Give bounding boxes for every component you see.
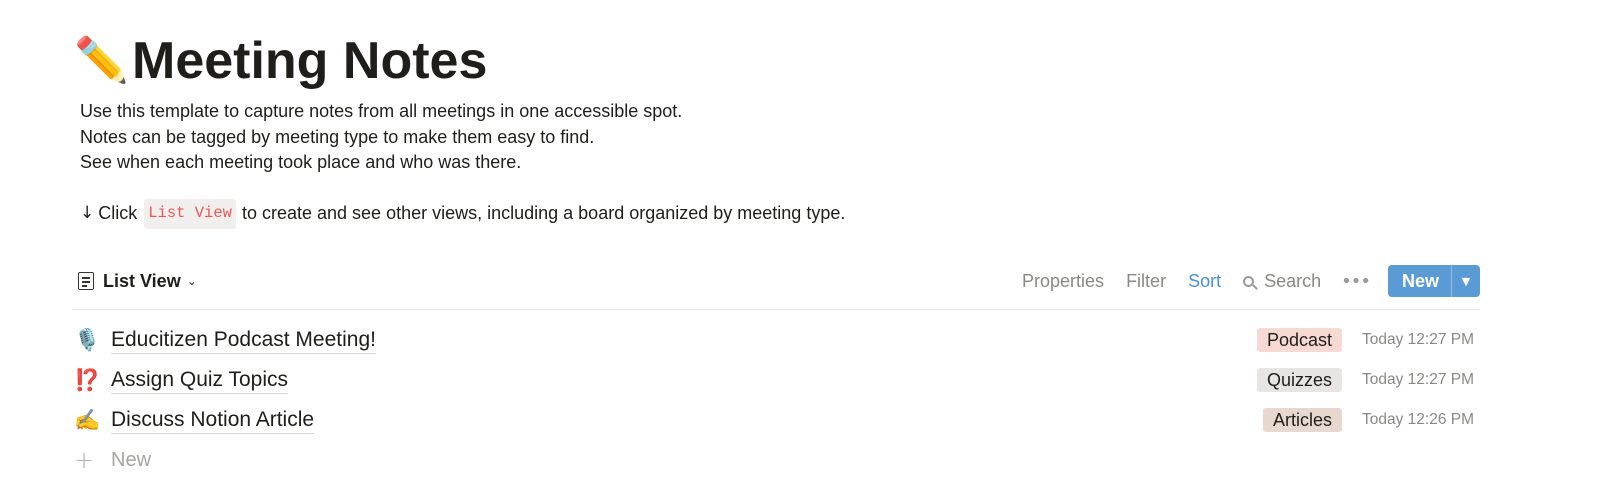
description-line: See when each meeting took place and who… [80, 152, 522, 172]
list-item[interactable]: 🎙️ Educitizen Podcast Meeting! Podcast T… [72, 320, 1474, 360]
filter-button[interactable]: Filter [1126, 271, 1166, 292]
description-line: Notes can be tagged by meeting type to m… [80, 126, 595, 147]
list-item-title[interactable]: Assign Quiz Topics [111, 367, 289, 394]
type-tag: Podcast [1256, 328, 1342, 352]
chevron-down-icon: ⌄ [186, 274, 197, 288]
created-time: Today 12:27 PM [1361, 371, 1474, 388]
list-item[interactable]: ⁉️ Assign Quiz Topics Quizzes Today 12:2… [72, 360, 1474, 400]
toolbar-actions: Properties Filter Sort Search ••• New ▼ [1000, 264, 1480, 298]
view-label: List View [103, 270, 181, 291]
microphone-icon: 🎙️ [74, 327, 101, 352]
inline-code-list-view: List View [144, 199, 236, 229]
view-switcher[interactable]: List View ⌄ [78, 267, 197, 295]
new-button-group: New ▼ [1387, 265, 1480, 297]
search-button[interactable]: Search [1243, 271, 1321, 292]
page-title[interactable]: Meeting Notes [132, 31, 487, 91]
notion-page: ✏️ Meeting Notes Use this template to ca… [0, 0, 1600, 496]
page-description: Use this template to capture notes from … [80, 99, 846, 229]
hint-text-before: Click [98, 203, 138, 223]
created-time: Today 12:27 PM [1361, 331, 1474, 348]
search-icon [1243, 275, 1255, 287]
toolbar-divider [72, 309, 1480, 310]
properties-button[interactable]: Properties [1022, 271, 1104, 292]
list-item-meta: Quizzes Today 12:27 PM [1256, 360, 1474, 400]
hint-text-after: to create and see other views, including… [241, 203, 846, 223]
page-header: ✏️ Meeting Notes [74, 28, 487, 94]
search-label: Search [1264, 270, 1322, 291]
more-options-icon[interactable]: ••• [1341, 271, 1371, 292]
add-new-row-button[interactable]: + New [72, 440, 1474, 480]
database-toolbar: List View ⌄ Properties Filter Sort Searc… [72, 264, 1480, 298]
list-item-title[interactable]: Discuss Notion Article [111, 407, 315, 434]
exclamation-question-icon: ⁉️ [74, 367, 101, 392]
created-time: Today 12:26 PM [1361, 411, 1474, 428]
list-view-icon [78, 272, 94, 290]
type-tag: Articles [1262, 408, 1342, 432]
new-row-label: New [111, 448, 152, 471]
hint-line: ↓ Click List View to create and see othe… [80, 199, 846, 229]
meeting-list: 🎙️ Educitizen Podcast Meeting! Podcast T… [72, 320, 1474, 480]
type-tag: Quizzes [1256, 368, 1342, 392]
new-button[interactable]: New [1387, 265, 1451, 297]
pencil-icon[interactable]: ✏️ [74, 39, 129, 83]
chevron-down-icon[interactable]: ▼ [1451, 265, 1480, 297]
sort-button[interactable]: Sort [1188, 271, 1221, 292]
list-item-meta: Podcast Today 12:27 PM [1256, 320, 1474, 360]
writing-hand-icon: ✍️ [74, 407, 101, 432]
plus-icon: + [74, 446, 95, 474]
list-item[interactable]: ✍️ Discuss Notion Article Articles Today… [72, 400, 1474, 440]
arrow-down-icon: ↓ [80, 203, 95, 223]
list-item-meta: Articles Today 12:26 PM [1262, 400, 1474, 440]
list-item-title[interactable]: Educitizen Podcast Meeting! [111, 327, 376, 354]
description-line: Use this template to capture notes from … [80, 101, 683, 121]
